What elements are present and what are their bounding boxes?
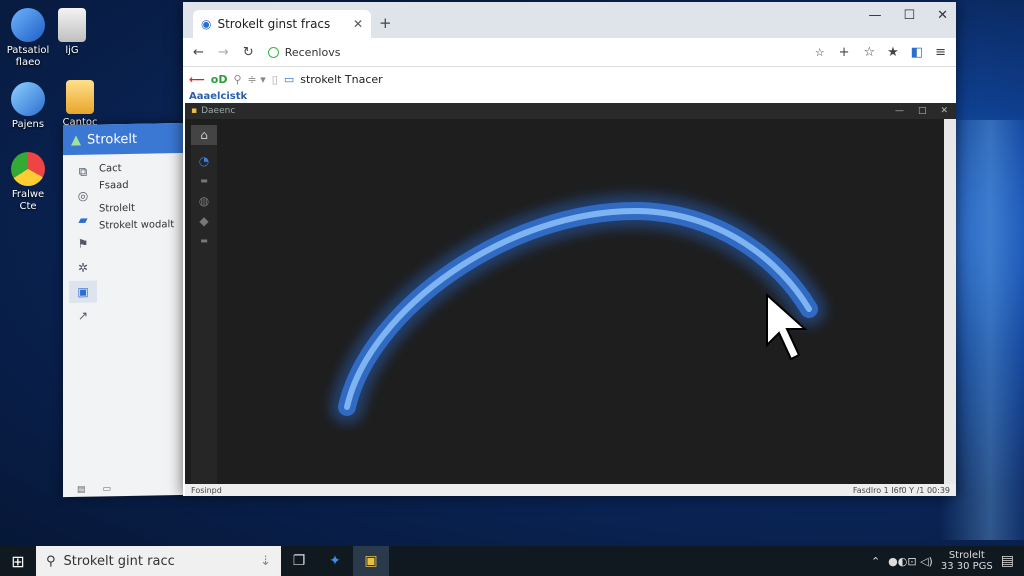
arrow-icon[interactable]: ↗	[69, 304, 97, 326]
notifications-icon[interactable]: ▤	[1001, 553, 1014, 569]
bookmark-bar: ⟵ oD ⚲ ≑ ▾ ▯ ▭ strokelt Tnacer	[183, 67, 956, 91]
new-tab-button[interactable]: +	[379, 14, 392, 32]
add-icon[interactable]: +	[839, 45, 850, 60]
drawing-canvas[interactable]	[219, 119, 941, 484]
pin-icon[interactable]: ⚲	[233, 73, 241, 86]
tab-title: Strokelt ginst fracs	[217, 17, 331, 31]
back-arrow-icon[interactable]: ⟵	[189, 73, 205, 86]
tray-icons[interactable]: ●◐⊡ ◁)	[888, 555, 933, 568]
maximize-icon[interactable]: □	[918, 106, 927, 116]
flag-icon[interactable]: ⚑	[69, 232, 97, 254]
explorer-titlebar: ▲ Strokelt	[63, 122, 187, 156]
forward-icon[interactable]: →	[218, 45, 229, 60]
status-right: Fasdlro 1 I6f0 Y /1 00:39	[852, 485, 950, 495]
search-icon: ⚲	[46, 553, 56, 569]
desktop-icon-3[interactable]: Pajens	[0, 82, 56, 131]
toolbar-right: ☆ ★ ◧ ≡	[863, 45, 946, 60]
menu-icon[interactable]: ≡	[935, 45, 946, 60]
desktop-icon-4[interactable]: Cantoc	[52, 80, 108, 129]
app-taskbar-icon[interactable]: ▣	[353, 546, 389, 576]
green-status-icon[interactable]: oD	[211, 73, 228, 86]
inner-title: Daeenc	[201, 106, 236, 116]
app-icon	[11, 82, 45, 116]
explorer-title: Strokelt	[87, 131, 138, 148]
window-icon[interactable]: ▣	[69, 280, 97, 303]
app-icon: ▪	[191, 106, 198, 116]
start-button[interactable]: ⊞	[0, 546, 36, 576]
desktop-icon-2[interactable]: ljG	[44, 8, 100, 57]
disk-icon[interactable]: ◎	[69, 184, 97, 206]
minimize-icon[interactable]: —	[895, 106, 904, 116]
chrome-icon	[11, 152, 45, 186]
home-icon[interactable]: ⌂	[191, 125, 217, 145]
window-controls: — ☐ ✕	[868, 8, 948, 23]
folder-icon	[66, 80, 94, 114]
tab-bar: ◉ Strokelt ginst fracs ✕ + — ☐ ✕	[183, 2, 956, 38]
play-icon[interactable]: ◆	[191, 211, 217, 231]
bookmark-star-icon[interactable]: ☆	[815, 46, 825, 59]
taskbar-search[interactable]: ⚲ Strokelt gint racc ⇣	[36, 546, 281, 576]
inner-titlebar: ▪ Daeenc — □ ✕	[185, 103, 956, 119]
tools-icon[interactable]: ✲	[69, 256, 97, 278]
address-bar[interactable]: Recenlovs ☆	[267, 45, 825, 59]
desktop-icon-label: Fralwe Cte	[11, 189, 45, 212]
search-text: Strokelt gint racc	[63, 553, 175, 569]
folder-icon: ▭	[283, 72, 295, 86]
inner-window-controls: — □ ✕	[895, 106, 956, 116]
chevron-up-icon[interactable]: ⌃	[871, 555, 880, 568]
tool-icon[interactable]: ▬	[191, 231, 217, 251]
explorer-status: ▤ ▭	[77, 484, 112, 495]
extension-icon[interactable]: ◧	[911, 45, 923, 60]
tab-favicon-icon: ◉	[201, 17, 212, 31]
status-left: Fosinpd	[191, 485, 222, 495]
close-tab-icon[interactable]: ✕	[353, 17, 363, 31]
stroke-tracer-app: ▪ Daeenc — □ ✕ ⌂ ◔ ▬ ◍ ◆ ▬ Fosinpd Fasdl…	[185, 103, 956, 496]
browser-tab[interactable]: ◉ Strokelt ginst fracs ✕	[193, 10, 371, 38]
globe-icon	[11, 8, 45, 42]
list-item[interactable]: Strokelt wodalt	[99, 216, 183, 234]
explorer-sidebar: ⧉ ◎ ▰ ⚑ ✲ ▣ ↗	[69, 160, 97, 328]
system-tray: ⌃ ●◐⊡ ◁) Strolelt 33 30 PGS ▤	[871, 550, 1024, 572]
tool-rail: ⌂ ◔ ▬ ◍ ◆ ▬	[191, 125, 217, 485]
close-icon[interactable]: ✕	[940, 106, 948, 116]
tool-icon[interactable]: ▬	[191, 171, 217, 191]
bookmark-path[interactable]: strokelt Tnacer	[300, 73, 382, 86]
recycle-bin-icon	[58, 8, 86, 42]
desktop-icon-label: ljG	[65, 45, 79, 56]
taskbar: ⊞ ⚲ Strokelt gint racc ⇣ ❐ ✦ ▣ ⌃ ●◐⊡ ◁) …	[0, 546, 1024, 576]
browser-toolbar: ← → ↻ Recenlovs ☆ + ☆ ★ ◧ ≡	[183, 38, 956, 67]
task-view-icon[interactable]: ❐	[281, 546, 317, 576]
explorer-list: Cact Fsaad Strolelt Strokelt wodalt	[99, 159, 183, 234]
maximize-icon[interactable]: ☐	[903, 8, 915, 23]
document-icon[interactable]: ▰	[69, 208, 97, 230]
reload-icon[interactable]: ↻	[243, 45, 254, 60]
edge-icon[interactable]: ◔	[191, 151, 217, 171]
settings-icon[interactable]: ≑ ▾	[248, 73, 266, 86]
vertical-scrollbar[interactable]	[944, 119, 956, 484]
minimize-icon[interactable]: —	[868, 8, 881, 23]
favorites-icon[interactable]: ★	[887, 45, 899, 60]
microphone-icon[interactable]: ⇣	[260, 554, 271, 569]
desktop-icon-5[interactable]: Fralwe Cte	[0, 152, 56, 213]
app-icon: ▲	[71, 132, 81, 148]
clock-line-1: Strolelt	[948, 550, 985, 561]
list-item[interactable]: Cact	[99, 159, 183, 177]
copy-icon[interactable]: ⧉	[69, 160, 97, 182]
address-text: Recenlovs	[284, 45, 341, 59]
divider-icon: ▯	[271, 72, 278, 86]
list-item[interactable]: Fsaad	[99, 176, 183, 194]
back-icon[interactable]: ←	[193, 45, 204, 60]
clock-line-2: 33 30 PGS	[940, 561, 993, 572]
list-item[interactable]: Strolelt	[99, 199, 183, 217]
status-bar: Fosinpd Fasdlro 1 I6f0 Y /1 00:39	[185, 484, 956, 496]
close-window-icon[interactable]: ✕	[937, 8, 948, 23]
swirl-icon[interactable]: ◍	[191, 191, 217, 211]
site-status-icon	[267, 46, 279, 58]
browser-window: ◉ Strokelt ginst fracs ✕ + — ☐ ✕ ← → ↻ R…	[183, 2, 956, 496]
clock[interactable]: Strolelt 33 30 PGS	[941, 550, 993, 572]
edge-taskbar-icon[interactable]: ✦	[317, 546, 353, 576]
desktop-icon-label: Pajens	[11, 119, 45, 130]
star-icon[interactable]: ☆	[863, 45, 875, 60]
explorer-window: ▲ Strokelt ⧉ ◎ ▰ ⚑ ✲ ▣ ↗ Cact Fsaad Stro…	[63, 122, 187, 498]
